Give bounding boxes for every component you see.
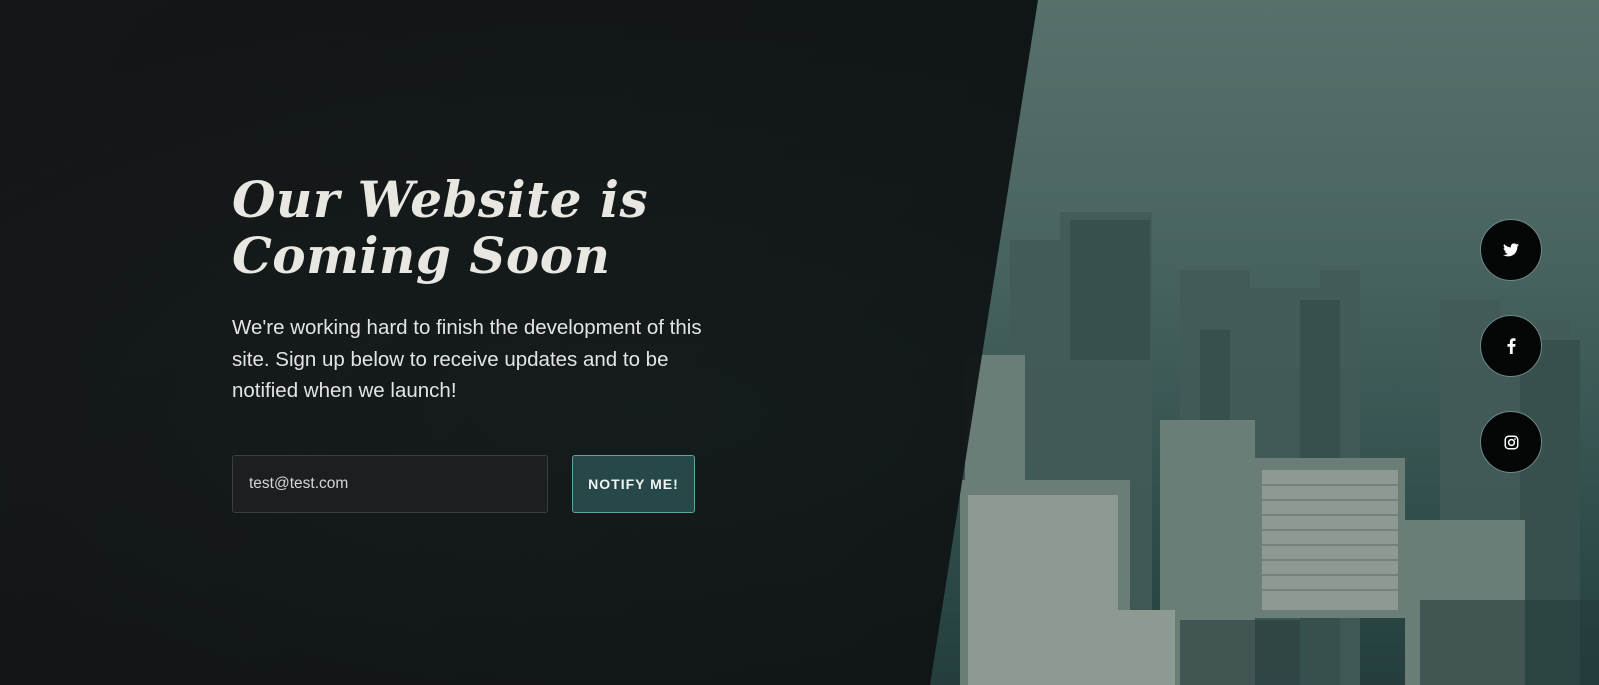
email-field[interactable]: test@test.com — [232, 455, 548, 513]
instagram-icon — [1504, 435, 1519, 450]
title-line-1: Our Website is — [232, 170, 649, 229]
twitter-button[interactable] — [1480, 219, 1542, 281]
facebook-button[interactable] — [1480, 315, 1542, 377]
social-links — [1480, 219, 1542, 507]
twitter-icon — [1503, 243, 1519, 257]
instagram-button[interactable] — [1480, 411, 1542, 473]
page-title: Our Website is Coming Soon — [232, 172, 702, 284]
title-line-2: Coming Soon — [232, 226, 611, 285]
lead-text: We're working hard to finish the develop… — [232, 316, 702, 402]
hero-content: Our Website is Coming Soon We're working… — [232, 172, 702, 407]
facebook-icon — [1507, 338, 1516, 354]
notify-button[interactable]: NOTIFY ME! — [572, 455, 695, 513]
signup-form: test@test.com NOTIFY ME! — [232, 455, 695, 513]
email-value: test@test.com — [249, 475, 349, 492]
